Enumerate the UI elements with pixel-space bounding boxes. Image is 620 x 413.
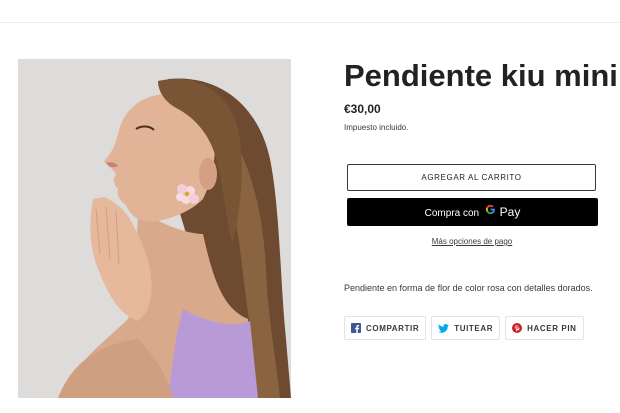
product-page: Pendiente kiu mini €30,00 Impuesto inclu… bbox=[0, 0, 620, 413]
facebook-icon bbox=[351, 323, 361, 333]
model-profile-illustration bbox=[18, 59, 291, 398]
product-image[interactable] bbox=[18, 59, 291, 398]
pinterest-icon bbox=[512, 323, 523, 333]
social-share-bar: COMPARTIR TUITEAR HACER PIN bbox=[344, 316, 584, 340]
product-title: Pendiente kiu mini bbox=[344, 58, 618, 93]
share-pinterest-label: HACER PIN bbox=[527, 323, 577, 333]
gpay-prefix-label: Compra con bbox=[424, 208, 480, 219]
product-description: Pendiente en forma de flor de color rosa… bbox=[344, 283, 593, 293]
google-pay-button[interactable]: Compra con Pay bbox=[347, 198, 598, 226]
gpay-brand-label: Pay bbox=[499, 205, 521, 219]
share-pinterest-button[interactable]: HACER PIN bbox=[505, 316, 584, 340]
add-to-cart-button[interactable]: AGREGAR AL CARRITO bbox=[347, 164, 596, 191]
product-price: €30,00 bbox=[344, 102, 381, 116]
share-twitter-label: TUITEAR bbox=[454, 323, 494, 333]
google-g-icon bbox=[485, 199, 496, 227]
share-facebook-label: COMPARTIR bbox=[366, 323, 420, 333]
share-twitter-button[interactable]: TUITEAR bbox=[431, 316, 501, 340]
tax-note: Impuesto incluido. bbox=[344, 123, 409, 132]
more-payment-options-link[interactable]: Más opciones de pago bbox=[344, 237, 600, 246]
twitter-icon bbox=[438, 323, 450, 333]
share-facebook-button[interactable]: COMPARTIR bbox=[344, 316, 427, 340]
product-info: Pendiente kiu mini €30,00 Impuesto inclu… bbox=[344, 58, 618, 340]
header-divider bbox=[0, 22, 620, 23]
